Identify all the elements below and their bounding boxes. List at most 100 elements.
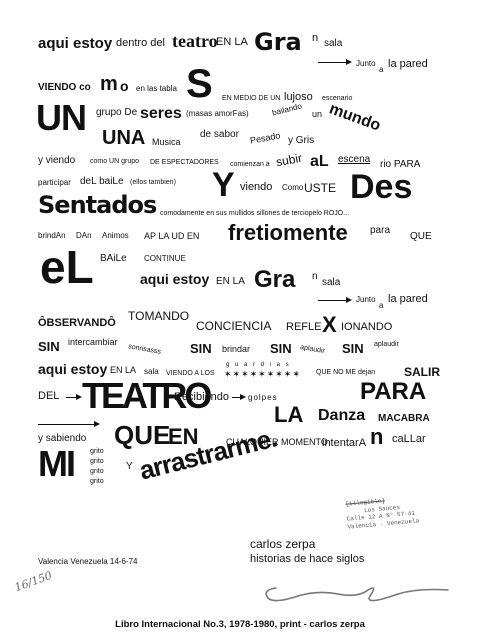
poem-word: IONANDO — [341, 321, 393, 333]
poem-word: grito — [90, 468, 104, 475]
poem-word: VIENDO co — [38, 82, 91, 93]
arrow — [66, 394, 82, 400]
poem-word: QUE — [410, 231, 432, 242]
poem-word: mundo — [326, 100, 383, 135]
poem-word: eL — [40, 241, 94, 293]
poem-word: de sabor — [200, 129, 239, 140]
poem-word: seres — [140, 105, 182, 122]
poem-word: Junto — [356, 59, 376, 68]
poem-word: (ellos tambien) — [130, 179, 176, 186]
poem-word: SIN — [38, 339, 60, 354]
poem-word: intentarA — [322, 437, 367, 449]
poem-word: Musica — [152, 137, 181, 147]
poem-word: comienzan a — [230, 161, 270, 168]
poem-word: UN — [36, 97, 87, 138]
poem-word: n — [312, 271, 318, 282]
poem-word: participar — [38, 178, 71, 187]
poem-word: sonrisasss — [127, 343, 162, 356]
poem-word: y Gris — [288, 135, 315, 146]
poem-word: sala — [324, 38, 343, 49]
address-stamp: [illegible] Los Sauces Calle 12 A N° 57-… — [345, 493, 433, 546]
poem-word: aL — [310, 153, 329, 170]
poem-word: PARA — [360, 378, 427, 405]
poem-word: Pesado — [249, 130, 282, 146]
poem-word: EN MEDIO DE UN — [222, 95, 281, 102]
poem-word: aplaudir — [299, 343, 326, 356]
poem-word: grito — [90, 448, 104, 455]
poem-word: a — [379, 301, 384, 310]
poem-word: SIN — [270, 341, 292, 356]
poem-word: golpes — [248, 393, 278, 402]
poem-word: Gra — [254, 28, 302, 56]
poem-word: DE ESPECTADORES — [150, 159, 219, 166]
poem-word: Animos — [102, 231, 129, 240]
poem-word: DAn — [76, 231, 92, 240]
poem-word: grito — [90, 458, 104, 465]
poem-word: AP LA UD EN — [144, 231, 200, 241]
poem-word: BAiLe — [100, 253, 127, 264]
arrow — [38, 421, 100, 427]
place-date: Valencia Venezuela 14-6-74 — [38, 557, 138, 566]
poem-word: EN LA — [110, 365, 137, 375]
poem-word: brindar — [222, 344, 251, 354]
poem-word: la pared — [388, 293, 428, 305]
poem-word: ÔBSERVANDÔ — [38, 317, 116, 329]
poem-word: Como — [282, 183, 304, 192]
poem-word: LA — [274, 402, 304, 427]
edition-number: 16/150 — [12, 568, 54, 595]
arrow — [232, 394, 246, 400]
artwork-caption: Libro Internacional No.3, 1978-1980, pri… — [115, 619, 365, 630]
poem-word: aqui estoy — [38, 361, 108, 377]
poem-word: o — [120, 78, 129, 94]
poem-word: Gra — [254, 266, 296, 293]
poem-word: g u a r d i a s — [226, 362, 291, 368]
poem-word: aqui estoy — [38, 35, 113, 52]
work-title: historias de hace siglos — [250, 553, 365, 565]
poem-word: SIN — [190, 341, 212, 356]
poem-word: QUE — [114, 420, 171, 450]
poem-word: aplaudir — [374, 341, 399, 348]
poem-word: SIN — [342, 341, 364, 356]
poem-word: escenario — [322, 95, 353, 102]
poem-word: MACABRA — [378, 413, 430, 424]
poem-word: deL baiLe — [80, 176, 124, 187]
poem-word: TOMANDO — [128, 309, 190, 323]
poem-word: aqui estoy — [140, 271, 210, 287]
poem-word: grupo De — [96, 107, 138, 118]
poem-word: Y — [126, 461, 133, 472]
poem-word: dentro del — [116, 37, 165, 49]
poem-word: n — [370, 424, 384, 449]
poem-word: Sentados — [38, 191, 157, 219]
poem-word: CONTINUE — [144, 254, 186, 263]
poem-word: brindAn — [38, 231, 66, 240]
poem-word: n — [312, 32, 319, 44]
poem-word: intercambiar — [68, 337, 118, 347]
poem-word: la pared — [388, 58, 428, 70]
poem-word: USTE — [304, 181, 337, 195]
poem-word: UNA — [102, 127, 146, 149]
handwritten-signature — [265, 587, 449, 602]
poem-word: grito — [90, 478, 104, 485]
poem-word: viendo — [240, 181, 273, 193]
poem-word: SALIR — [404, 365, 440, 379]
poem-word: REFLE — [286, 321, 322, 333]
arrow — [318, 59, 352, 65]
poem-word: y viendo — [38, 155, 76, 166]
poem-word: un — [312, 109, 323, 119]
poem-word: X — [322, 312, 337, 337]
poem-word: Danza — [318, 407, 366, 424]
poem-word: caLLar — [392, 433, 426, 445]
poem-word: DEL — [38, 390, 60, 402]
poem-word: como UN grupo — [90, 158, 140, 165]
poem-word: Des — [350, 168, 413, 206]
poem-word: EN LA — [216, 36, 248, 48]
stars: ✶✶✶✶✶✶✶✶✶ — [224, 369, 301, 379]
poem-word: subir — [274, 150, 304, 170]
poem-word: CONCIENCIA — [196, 319, 272, 333]
poem-word: Recibiendo — [174, 391, 230, 403]
poem-word: S — [186, 62, 213, 106]
poem-word: comodamente en sus mullidos sillones de … — [160, 210, 350, 217]
poem-word: QUE NO ME dejan — [316, 369, 376, 376]
poem-word: (masas amorFas) — [186, 109, 249, 118]
poem-word: Junto — [356, 295, 376, 304]
